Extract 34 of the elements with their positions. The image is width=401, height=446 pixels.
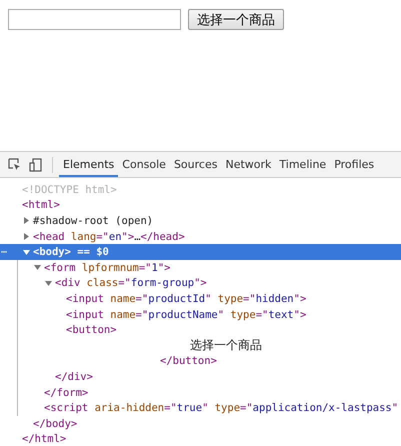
code-line: </button> [160, 355, 217, 368]
text-input-field[interactable] [8, 9, 181, 30]
code-line: </form> [44, 386, 88, 399]
code-line: </div> [55, 370, 93, 383]
expand-arrow-icon[interactable] [23, 248, 30, 256]
code-line: <div class="form-group"> [55, 277, 207, 290]
code-line: </body> [33, 418, 78, 430]
code-line: <!DOCTYPE html> [22, 184, 117, 196]
expand-arrow-icon[interactable] [45, 280, 52, 287]
select-product-button[interactable]: 选择一个商品 [188, 9, 284, 30]
code-line: </html> [22, 433, 66, 446]
code-line: <head lang="en">…</head> [33, 230, 185, 243]
devtools-tab[interactable]: Sources [170, 152, 222, 176]
more-icon[interactable]: ⋯ [1, 246, 8, 258]
devtools-tab[interactable]: Profiles [330, 152, 378, 176]
devtools-tab[interactable]: Console [118, 152, 170, 176]
devtools-tab[interactable]: Timeline [275, 152, 330, 176]
selected-row[interactable]: ⋯ <body> == $0 [0, 244, 401, 260]
code-line: 选择一个商品 [190, 337, 262, 354]
inspect-icon[interactable] [8, 158, 21, 171]
devtools-tab[interactable]: Network [221, 152, 276, 176]
devtools-tab[interactable]: Elements [59, 152, 118, 176]
code-line: <form lpformnum="1"> [44, 262, 170, 274]
expand-arrow-icon[interactable] [23, 217, 30, 224]
device-icon[interactable] [29, 158, 42, 172]
code-line: <button> [66, 324, 117, 336]
code-line: #shadow-root (open) [33, 214, 154, 227]
expand-arrow-icon[interactable] [34, 264, 41, 272]
code-line: <script aria-hidden="true" type="application/x-lastpass" [44, 402, 398, 414]
code-line: <input name="productId" type="hidden"> [66, 292, 306, 305]
code-line: <body> == $0 [33, 246, 109, 258]
code-line: <input name="productName" type="text"> [66, 308, 306, 321]
expand-arrow-icon[interactable] [23, 233, 30, 240]
code-line: <html> [22, 199, 60, 212]
